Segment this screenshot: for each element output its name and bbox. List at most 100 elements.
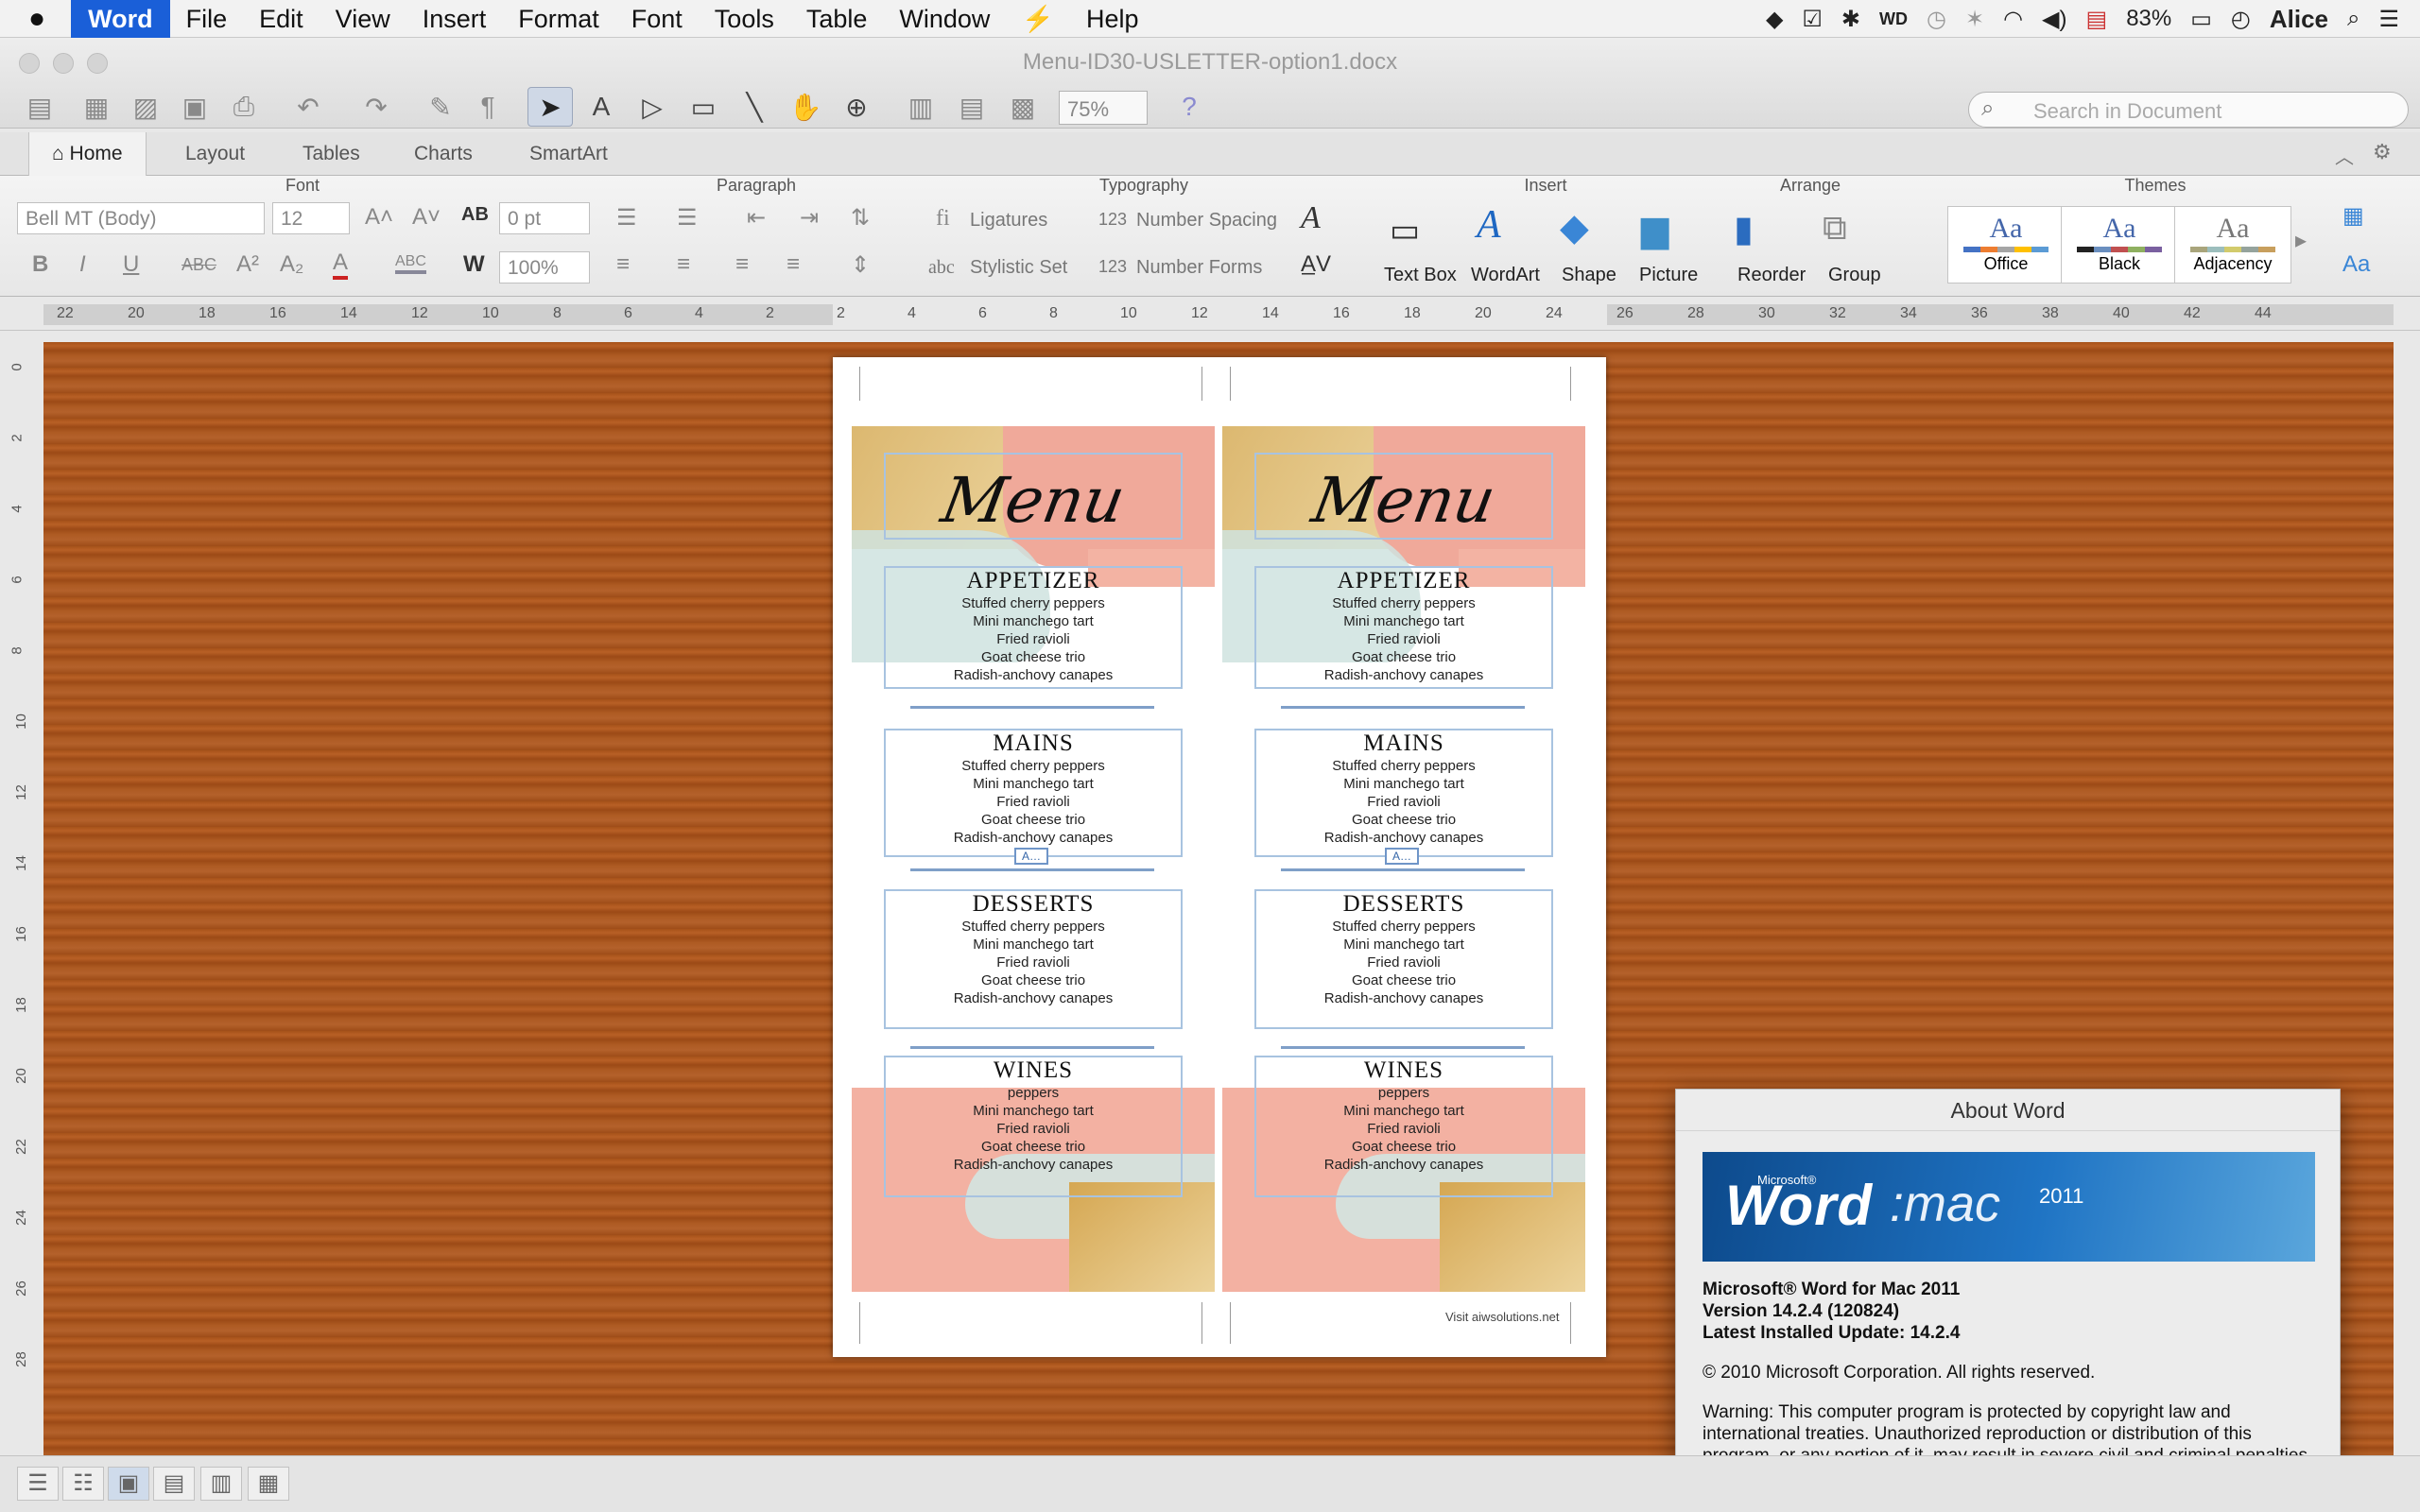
- number-forms-dropdown[interactable]: Number Forms: [1136, 257, 1262, 279]
- zoom-select[interactable]: 75%: [1059, 91, 1148, 125]
- font-color-icon[interactable]: A: [333, 249, 349, 280]
- tab-layout[interactable]: Layout: [163, 132, 268, 176]
- textbox-insert-icon[interactable]: ▭: [1390, 212, 1420, 249]
- character-spacing-adjust-icon[interactable]: A̲V: [1301, 251, 1331, 278]
- menu-window[interactable]: Window: [883, 0, 1006, 38]
- underline-icon[interactable]: U: [123, 251, 139, 278]
- line-spacing-icon[interactable]: ⇕: [851, 251, 870, 279]
- stylistic-set-dropdown[interactable]: Stylistic Set: [970, 257, 1067, 279]
- increase-indent-icon[interactable]: ⇥: [800, 204, 819, 232]
- italic-icon[interactable]: I: [79, 251, 86, 278]
- theme-colors-icon[interactable]: ▦: [2342, 202, 2364, 230]
- battery-percent[interactable]: 83%: [2126, 6, 2171, 32]
- group-icon[interactable]: ⧉: [1823, 208, 1847, 249]
- title-text-frame[interactable]: [884, 453, 1183, 540]
- character-spacing-input[interactable]: 0 pt: [499, 202, 590, 234]
- shape-icon[interactable]: ◆: [1560, 206, 1589, 249]
- shape-label[interactable]: Shape: [1562, 265, 1616, 286]
- tab-home[interactable]: ⌂ Home: [28, 132, 147, 176]
- menu-card-left[interactable]: Menu APPETIZER Stuffed cherry peppers Mi…: [852, 426, 1215, 1292]
- search-document-input[interactable]: Search in Document: [1968, 92, 2409, 128]
- evernote-icon[interactable]: ◆: [1766, 6, 1783, 33]
- vertical-ruler[interactable]: 0 2 4 6 8 10 12 14 16 18 20 22 24 26 28: [0, 331, 43, 1455]
- wordart-icon[interactable]: A: [1477, 202, 1501, 248]
- rectangle-tool-icon[interactable]: ▭: [681, 87, 726, 127]
- ligatures-dropdown[interactable]: Ligatures: [970, 210, 1047, 232]
- battery-icon[interactable]: ▭: [2190, 6, 2212, 33]
- decrease-indent-icon[interactable]: ⇤: [747, 204, 766, 232]
- publishing-view-icon[interactable]: ▥: [200, 1467, 242, 1501]
- subscript-icon[interactable]: A₂: [280, 251, 303, 278]
- undo-icon[interactable]: ↶: [278, 87, 338, 127]
- outline-view-icon[interactable]: ☷: [62, 1467, 104, 1501]
- pilcrow-icon[interactable]: ¶: [469, 87, 507, 127]
- reorder-icon[interactable]: ▮: [1734, 208, 1754, 250]
- align-left-icon[interactable]: ≡: [616, 251, 630, 278]
- clock-icon[interactable]: ◴: [2231, 6, 2251, 33]
- menu-table[interactable]: Table: [790, 0, 884, 38]
- apple-menu-icon[interactable]: ●: [0, 0, 61, 38]
- align-center-icon[interactable]: ≡: [677, 251, 690, 278]
- highlight-icon[interactable]: ABC: [395, 253, 426, 274]
- notebook-view-icon[interactable]: ▤: [153, 1467, 195, 1501]
- theme-black[interactable]: Aa Black: [2061, 206, 2178, 284]
- menu-edit[interactable]: Edit: [243, 0, 320, 38]
- sidebar-toggle-icon[interactable]: ▥: [900, 87, 942, 127]
- wd-drive-icon[interactable]: WD: [1879, 9, 1908, 29]
- numbering-icon[interactable]: ☰: [677, 204, 698, 232]
- tab-tables[interactable]: Tables: [280, 132, 383, 176]
- theme-office[interactable]: Aa Office: [1947, 206, 2065, 284]
- volume-icon[interactable]: ◀): [2042, 6, 2066, 33]
- format-painter-icon[interactable]: ✎: [420, 87, 461, 127]
- title-text-frame[interactable]: [1254, 453, 1553, 540]
- ribbon-settings-icon[interactable]: ⚙: [2373, 140, 2392, 164]
- section-wines[interactable]: WINES peppers Mini manchego tart Fried r…: [1254, 1056, 1553, 1197]
- line-tool-icon[interactable]: ╲: [732, 87, 777, 127]
- bluetooth-icon[interactable]: ✶: [1965, 6, 1984, 33]
- wifi-icon[interactable]: ◠: [2003, 6, 2023, 33]
- help-icon[interactable]: ?: [1168, 87, 1210, 127]
- picture-frame-icon[interactable]: ⊕: [834, 87, 879, 127]
- text-direction-icon[interactable]: ⇅: [851, 204, 870, 232]
- section-mains[interactable]: MAINS Stuffed cherry peppers Mini manche…: [1254, 729, 1553, 857]
- user-name[interactable]: Alice: [2270, 5, 2328, 34]
- tab-charts[interactable]: Charts: [391, 132, 495, 176]
- templates-icon[interactable]: ▦: [76, 87, 117, 127]
- footer-link[interactable]: Visit aiwsolutions.net: [1445, 1310, 1559, 1324]
- align-right-icon[interactable]: ≡: [735, 251, 749, 278]
- wordart-label[interactable]: WordArt: [1471, 265, 1540, 286]
- group-label[interactable]: Group: [1828, 265, 1881, 286]
- menu-view[interactable]: View: [320, 0, 406, 38]
- reorder-label[interactable]: Reorder: [1737, 265, 1806, 286]
- collapse-ribbon-icon[interactable]: ︿: [2335, 142, 2354, 169]
- draft-view-icon[interactable]: ☰: [17, 1467, 59, 1501]
- bold-icon[interactable]: B: [32, 251, 48, 278]
- app-menu-word[interactable]: Word: [71, 0, 170, 38]
- gallery-icon[interactable]: ▤: [951, 87, 993, 127]
- menu-insert[interactable]: Insert: [406, 0, 503, 38]
- scale-input[interactable]: 100%: [499, 251, 590, 284]
- number-spacing-dropdown[interactable]: Number Spacing: [1136, 210, 1277, 232]
- save-icon[interactable]: ▣: [174, 87, 216, 127]
- menu-help[interactable]: Help: [1070, 0, 1155, 38]
- text-box-tool-icon[interactable]: A: [579, 87, 624, 127]
- themes-next-icon[interactable]: ▸: [2295, 227, 2307, 254]
- horizontal-ruler[interactable]: 22 20 18 16 14 12 10 8 6 4 2 2 4 6 8 10 12 14 16 18 20 24 26 28…: [0, 301, 2420, 331]
- open-icon[interactable]: ▨: [125, 87, 166, 127]
- menu-tools[interactable]: Tools: [699, 0, 790, 38]
- linked-text-box-icon[interactable]: ▷: [630, 87, 675, 127]
- full-screen-view-icon[interactable]: ▦: [248, 1467, 289, 1501]
- picture-label[interactable]: Picture: [1639, 265, 1698, 286]
- flag-icon[interactable]: ▤: [2086, 6, 2108, 33]
- notification-icon[interactable]: ✱: [1841, 6, 1860, 33]
- textbox-label[interactable]: Text Box: [1384, 265, 1457, 286]
- strikethrough-icon[interactable]: ABC: [182, 255, 216, 275]
- tab-smartart[interactable]: SmartArt: [507, 132, 631, 176]
- scale-icon[interactable]: W: [463, 251, 485, 278]
- spotlight-search-icon[interactable]: ⌕: [2347, 6, 2360, 32]
- print-icon[interactable]: ⎙: [223, 87, 265, 127]
- hand-tool-icon[interactable]: ✋: [783, 87, 828, 127]
- text-effects-icon[interactable]: A: [1301, 200, 1321, 236]
- theme-fonts-icon[interactable]: Aa: [2342, 251, 2370, 278]
- text-link-icon[interactable]: A…: [1385, 848, 1419, 865]
